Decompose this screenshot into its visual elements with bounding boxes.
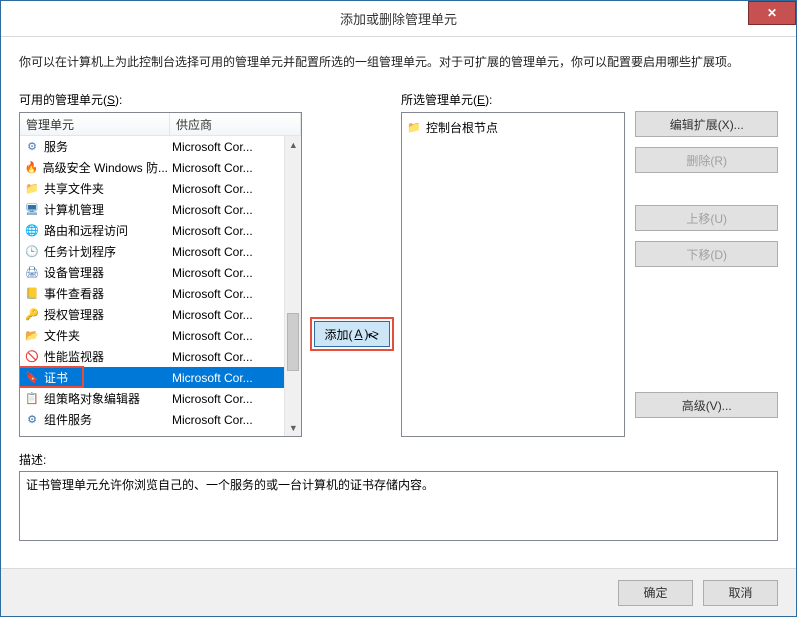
snapin-vendor: Microsoft Cor...	[168, 224, 284, 238]
snapin-icon: 🌐	[24, 223, 40, 239]
list-item[interactable]: 🔥高级安全 Windows 防...Microsoft Cor...	[20, 157, 284, 178]
snapin-vendor: Microsoft Cor...	[168, 308, 284, 322]
snapin-vendor: Microsoft Cor...	[168, 371, 284, 385]
list-item[interactable]: ⚙组件服务 Microsoft Cor...	[20, 409, 284, 430]
snapin-icon: 📒	[24, 286, 40, 302]
snapin-icon: 🔖	[24, 370, 40, 386]
snapin-icon: 🖥	[24, 202, 40, 218]
snapin-icon: 🔑	[24, 307, 40, 323]
remove-button[interactable]: 删除(R)	[635, 147, 778, 173]
selected-label: 所选管理单元(E):	[401, 91, 625, 108]
scroll-up-icon[interactable]: ▲	[285, 136, 301, 153]
snapin-name: 计算机管理	[44, 201, 104, 218]
description-box: 证书管理单元允许你浏览自己的、一个服务的或一台计算机的证书存储内容。	[19, 471, 778, 541]
snapin-name: 设备管理器	[44, 264, 104, 281]
snapin-vendor: Microsoft Cor...	[168, 392, 284, 406]
snapin-vendor: Microsoft Cor...	[168, 203, 284, 217]
snapin-vendor: Microsoft Cor...	[168, 266, 284, 280]
ok-button[interactable]: 确定	[618, 580, 693, 606]
description-text: 证书管理单元允许你浏览自己的、一个服务的或一台计算机的证书存储内容。	[26, 478, 434, 492]
list-item[interactable]: 🚫性能监视器 Microsoft Cor...	[20, 346, 284, 367]
list-item[interactable]: 📒事件查看器 Microsoft Cor...	[20, 283, 284, 304]
snapin-name: 证书	[44, 369, 68, 386]
list-item[interactable]: 📋组策略对象编辑器 Microsoft Cor...	[20, 388, 284, 409]
col-snapin[interactable]: 管理单元	[20, 113, 170, 135]
snapin-vendor: Microsoft Cor...	[168, 287, 284, 301]
snapin-icon: 🔥	[24, 160, 39, 176]
snapin-vendor: Microsoft Cor...	[168, 245, 284, 259]
snapin-vendor: Microsoft Cor...	[168, 140, 284, 154]
edit-extensions-button[interactable]: 编辑扩展(X)...	[635, 111, 778, 137]
scroll-down-icon[interactable]: ▼	[285, 419, 301, 436]
snapin-name: 事件查看器	[44, 285, 104, 302]
scroll-track[interactable]	[285, 153, 301, 419]
list-item[interactable]: 🖥计算机管理 Microsoft Cor...	[20, 199, 284, 220]
list-item[interactable]: 📂文件夹 Microsoft Cor...	[20, 325, 284, 346]
snapin-vendor: Microsoft Cor...	[168, 329, 284, 343]
snapin-name: 文件夹	[44, 327, 80, 344]
titlebar: 添加或删除管理单元 ✕	[1, 1, 796, 37]
list-item[interactable]: 🌐路由和远程访问 Microsoft Cor...	[20, 220, 284, 241]
description-label: 描述:	[19, 451, 778, 468]
col-vendor[interactable]: 供应商	[170, 113, 301, 135]
snapin-vendor: Microsoft Cor...	[168, 413, 284, 427]
move-up-button[interactable]: 上移(U)	[635, 205, 778, 231]
dialog-footer: 确定 取消	[1, 568, 796, 616]
available-snapins-list[interactable]: 管理单元 供应商 ⚙服务Microsoft Cor...🔥高级安全 Window…	[19, 112, 302, 437]
close-icon: ✕	[767, 6, 777, 20]
advanced-button[interactable]: 高级(V)...	[635, 392, 778, 418]
snapin-name: 授权管理器	[44, 306, 104, 323]
list-item[interactable]: 🔑授权管理器 Microsoft Cor...	[20, 304, 284, 325]
snapin-icon: 🚫	[24, 349, 40, 365]
list-item[interactable]: 🔖证书 Microsoft Cor...	[20, 367, 284, 388]
snapin-icon: ⚙	[24, 139, 40, 155]
list-item[interactable]: ⚙服务 Microsoft Cor...	[20, 136, 284, 157]
selected-snapins-tree[interactable]: 📁 控制台根节点	[401, 112, 625, 437]
snapin-name: 服务	[44, 138, 68, 155]
snapin-icon: 📂	[24, 328, 40, 344]
snapin-vendor: Microsoft Cor...	[168, 161, 284, 175]
scrollbar[interactable]: ▲ ▼	[284, 136, 301, 436]
snapin-name: 组件服务	[44, 411, 92, 428]
move-down-button[interactable]: 下移(D)	[635, 241, 778, 267]
dialog-description: 你可以在计算机上为此控制台选择可用的管理单元并配置所选的一组管理单元。对于可扩展…	[19, 53, 778, 71]
console-root-icon: 📁	[406, 119, 422, 135]
available-label: 可用的管理单元(S):	[19, 91, 302, 108]
window-title: 添加或删除管理单元	[340, 9, 457, 28]
snapin-name: 高级安全 Windows 防...	[43, 159, 168, 176]
list-item[interactable]: 📁共享文件夹 Microsoft Cor...	[20, 178, 284, 199]
tree-root[interactable]: 📁 控制台根节点	[406, 117, 620, 137]
snapin-name: 路由和远程访问	[44, 222, 128, 239]
snapin-icon: ⚙	[24, 412, 40, 428]
tree-root-label: 控制台根节点	[426, 119, 498, 136]
snapin-name: 共享文件夹	[44, 180, 104, 197]
list-item[interactable]: 🕒任务计划程序 Microsoft Cor...	[20, 241, 284, 262]
snapin-name: 组策略对象编辑器	[44, 390, 140, 407]
snapin-name: 性能监视器	[44, 348, 104, 365]
list-item[interactable]: 🖨设备管理器 Microsoft Cor...	[20, 262, 284, 283]
snapin-name: 任务计划程序	[44, 243, 116, 260]
close-button[interactable]: ✕	[748, 1, 796, 25]
snapin-icon: 🖨	[24, 265, 40, 281]
snapin-icon: 📋	[24, 391, 40, 407]
snapin-vendor: Microsoft Cor...	[168, 350, 284, 364]
list-header[interactable]: 管理单元 供应商	[20, 113, 301, 136]
snapin-icon: 📁	[24, 181, 40, 197]
snapin-vendor: Microsoft Cor...	[168, 182, 284, 196]
scroll-thumb[interactable]	[287, 313, 299, 372]
add-button[interactable]: 添加(A) > ↖	[314, 321, 390, 347]
snapin-icon: 🕒	[24, 244, 40, 260]
cancel-button[interactable]: 取消	[703, 580, 778, 606]
